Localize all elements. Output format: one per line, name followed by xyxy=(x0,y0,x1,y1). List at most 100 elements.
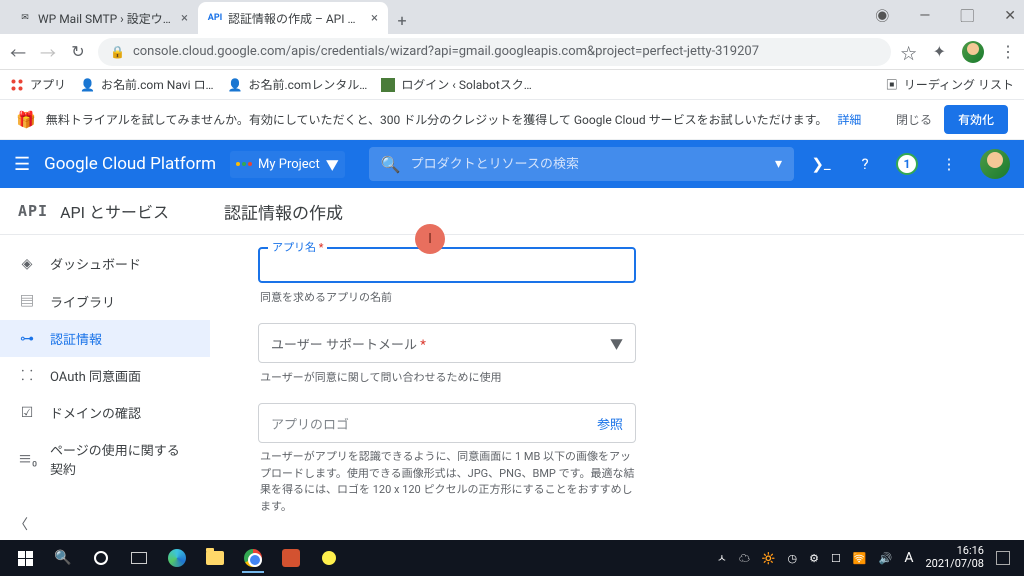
tab-title: WP Mail SMTP › 設定ウィザード xyxy=(38,10,175,27)
search-icon: 🔍 xyxy=(381,155,401,174)
sidebar-item-label: ドメインの確認 xyxy=(50,403,141,422)
volume-icon[interactable]: 🔊 xyxy=(879,552,893,565)
site-icon xyxy=(381,78,395,92)
wifi-icon[interactable]: 🛜 xyxy=(853,552,867,565)
clock-date: 2021/07/08 xyxy=(925,558,984,571)
support-email-select[interactable]: ユーザー サポートメール * ▼ xyxy=(258,323,636,363)
brightness-icon[interactable]: 🔆 xyxy=(762,552,776,565)
lock-icon: 🔒 xyxy=(110,45,125,59)
sidebar-item-label: ダッシュボード xyxy=(50,254,141,273)
url-bar[interactable]: 🔒 console.cloud.google.com/apis/credenti… xyxy=(98,38,891,66)
sidebar-item-oauth[interactable]: ⸬OAuth 同意画面 xyxy=(0,357,210,394)
tab-gcp-credentials[interactable]: API 認証情報の作成 – API とサービス – … × xyxy=(198,2,388,34)
app-logo-field[interactable]: アプリのロゴ 参照 xyxy=(258,403,636,443)
clock-icon[interactable]: ◷ xyxy=(788,552,798,565)
tab-strip: ✉ WP Mail SMTP › 設定ウィザード × API 認証情報の作成 –… xyxy=(0,0,1024,34)
ime-indicator[interactable]: A xyxy=(904,550,913,566)
notifications-badge[interactable]: 1 xyxy=(896,153,918,175)
explorer-app[interactable] xyxy=(196,543,234,573)
dot-icon xyxy=(322,551,336,565)
promo-enable-button[interactable]: 有効化 xyxy=(944,105,1008,134)
api-services-title: API とサービス xyxy=(60,199,169,223)
gcp-search[interactable]: 🔍 ▾ xyxy=(369,147,794,181)
promo-close-button[interactable]: 閉じる xyxy=(896,111,932,128)
browse-button[interactable]: 参照 xyxy=(597,414,623,433)
promo-details-link[interactable]: 詳細 xyxy=(837,111,861,128)
edge-app[interactable] xyxy=(158,543,196,573)
back-button[interactable]: ← xyxy=(8,40,28,64)
bookmark-solabot[interactable]: ログイン ‹ Solabotスク… xyxy=(381,76,532,93)
taskbar-clock[interactable]: 16:16 2021/07/08 xyxy=(925,545,984,570)
apps-shortcut[interactable]: アプリ xyxy=(10,76,66,93)
apps-icon xyxy=(10,78,24,92)
page-title: 認証情報の作成 xyxy=(210,199,343,224)
profile-avatar[interactable] xyxy=(962,41,984,63)
star-icon[interactable]: ☆ xyxy=(901,40,917,64)
settings-tray-icon[interactable]: ⚙ xyxy=(809,552,819,565)
more-icon[interactable]: ⋮ xyxy=(936,151,962,177)
start-button[interactable] xyxy=(6,543,44,573)
sidebar-item-dashboard[interactable]: ◈ダッシュボード xyxy=(0,245,210,282)
powerpoint-app[interactable] xyxy=(272,543,310,573)
close-icon[interactable]: × xyxy=(371,11,378,26)
app-name-label: アプリ名 * xyxy=(268,239,327,255)
tray-icon[interactable]: ☐ xyxy=(831,552,841,565)
win-maximize[interactable]: ▢ xyxy=(960,6,974,26)
reading-list[interactable]: リーディング リスト xyxy=(904,76,1014,93)
account-avatar[interactable] xyxy=(980,149,1010,179)
circle-icon xyxy=(94,551,108,565)
url-text: console.cloud.google.com/apis/credential… xyxy=(133,44,759,59)
search-input[interactable] xyxy=(411,157,757,172)
win-minimize[interactable]: — xyxy=(919,8,930,24)
menu-icon[interactable]: ⋮ xyxy=(1000,42,1016,61)
gcp-header: ☰ Google Cloud Platform My Project ▼ 🔍 ▾… xyxy=(0,140,1024,188)
new-tab-button[interactable]: + xyxy=(388,6,416,34)
gcp-title: Google Cloud Platform xyxy=(44,154,216,174)
cortana-button[interactable] xyxy=(82,543,120,573)
win-close[interactable]: ✕ xyxy=(1004,8,1016,24)
address-bar-row: ← → ↻ 🔒 console.cloud.google.com/apis/cr… xyxy=(0,34,1024,70)
onamae-icon: 👤 xyxy=(228,78,243,92)
bookmark-label: お名前.comレンタル… xyxy=(248,76,367,93)
gift-icon: 🎁 xyxy=(16,110,36,129)
sidebar-item-credentials[interactable]: ⊶認証情報 xyxy=(0,320,210,357)
sidebar-item-domain[interactable]: ☑ドメインの確認 xyxy=(0,394,210,431)
sub-header: API API とサービス 認証情報の作成 xyxy=(0,188,1024,235)
help-icon[interactable]: ? xyxy=(852,151,878,177)
extensions-icon[interactable]: ✦ xyxy=(933,42,946,61)
mail-icon: ✉ xyxy=(18,11,32,25)
misc-app[interactable] xyxy=(310,543,348,573)
task-view-button[interactable] xyxy=(120,543,158,573)
sidebar-item-label: 認証情報 xyxy=(50,329,102,348)
bookmark-label: お名前.com Navi ロ… xyxy=(101,76,214,93)
tray-expand-icon[interactable]: ㅅ xyxy=(717,550,727,566)
project-icon xyxy=(236,162,252,166)
onedrive-icon[interactable]: ☁ xyxy=(739,550,750,566)
reload-button[interactable]: ↻ xyxy=(68,42,88,61)
sidebar-item-library[interactable]: ▤ライブラリ xyxy=(0,282,210,320)
chevron-down-icon: ▼ xyxy=(610,334,623,353)
support-email-label: ユーザー サポートメール xyxy=(271,338,417,353)
notifications-icon[interactable] xyxy=(996,551,1010,565)
cloud-shell-icon[interactable]: ❯_ xyxy=(808,151,834,177)
forward-button[interactable]: → xyxy=(38,40,58,64)
bookmark-onamae-rental[interactable]: 👤 お名前.comレンタル… xyxy=(228,76,368,93)
collapse-sidebar-icon[interactable]: 〈 xyxy=(14,514,28,534)
search-button[interactable]: 🔍 xyxy=(44,543,82,573)
project-selector[interactable]: My Project ▼ xyxy=(230,151,345,178)
chevron-down-icon[interactable]: ▾ xyxy=(775,156,782,172)
folder-icon xyxy=(206,551,224,565)
apps-label: アプリ xyxy=(30,76,66,93)
nav-menu-icon[interactable]: ☰ xyxy=(14,154,30,175)
close-icon[interactable]: × xyxy=(181,11,188,26)
project-name: My Project xyxy=(258,157,320,172)
bookmark-onamae-navi[interactable]: 👤 お名前.com Navi ロ… xyxy=(80,76,213,93)
onamae-icon: 👤 xyxy=(80,78,95,92)
reading-list-icon: ▣ xyxy=(886,76,898,93)
windows-taskbar: 🔍 ㅅ ☁ 🔆 ◷ ⚙ ☐ 🛜 🔊 A 16:16 2021/07/08 xyxy=(0,540,1024,576)
chrome-app[interactable] xyxy=(234,543,272,573)
sidebar-item-label: ページの使用に関する契約 xyxy=(50,440,192,478)
tab-wpmail[interactable]: ✉ WP Mail SMTP › 設定ウィザード × xyxy=(8,2,198,34)
powerpoint-icon xyxy=(282,549,300,567)
sidebar-item-agreement[interactable]: ≡₀ページの使用に関する契約 xyxy=(0,431,210,487)
